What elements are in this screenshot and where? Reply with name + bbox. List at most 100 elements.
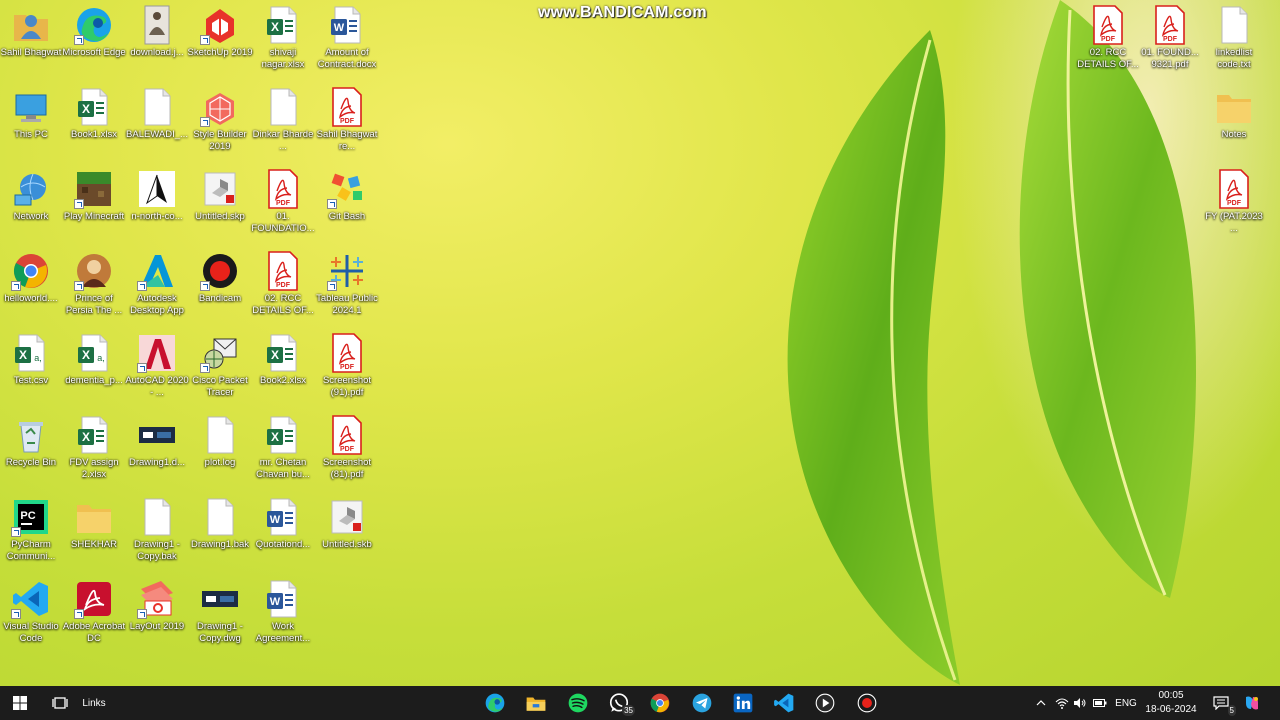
- desktop-icon[interactable]: Visual Studio Code: [0, 579, 62, 645]
- tray-chevron-icon[interactable]: [1034, 686, 1048, 720]
- desktop-icon[interactable]: Untitled.skb: [316, 497, 378, 551]
- desktop-icon[interactable]: linkedlist code.txt: [1203, 5, 1265, 71]
- desktop-icon[interactable]: W Amount of Contract.docx: [316, 5, 378, 71]
- taskbar-app-linkedin[interactable]: [731, 686, 755, 720]
- desktop-icon[interactable]: Notes: [1203, 87, 1265, 141]
- desktop-icon[interactable]: Network: [0, 169, 62, 223]
- shortcut-arrow-icon: [200, 35, 210, 45]
- desktop-icon[interactable]: W Quotationd...: [252, 497, 314, 551]
- desktop-icon[interactable]: Tableau Public 2024.1: [316, 251, 378, 317]
- taskbar-app-media-player[interactable]: [813, 686, 837, 720]
- desktop-icon[interactable]: W Work Agreement...: [252, 579, 314, 645]
- desktop-icon[interactable]: helloworld....: [0, 251, 62, 305]
- desktop-icon[interactable]: PDF 02. RCC DETAILS OF...: [1077, 5, 1139, 71]
- desktop-icon[interactable]: Xmr. Chetan Chavan bu...: [252, 415, 314, 481]
- volume-icon[interactable]: [1072, 686, 1088, 720]
- svg-text:a,: a,: [97, 353, 105, 363]
- desktop-icon[interactable]: PDF 01. FOUNDATIO...: [251, 169, 315, 235]
- desktop-icon[interactable]: Drawing1 - Copy.bak: [126, 497, 188, 563]
- image-file-icon: [137, 5, 177, 45]
- desktop-icon-label: Network: [13, 211, 49, 222]
- battery-icon[interactable]: [1092, 686, 1108, 720]
- desktop-icon[interactable]: Autodesk Desktop App: [126, 251, 188, 317]
- desktop-icon[interactable]: AutoCAD 2020 - ...: [125, 333, 189, 399]
- desktop-icon-label: dementia_p...: [65, 375, 123, 386]
- git-bash-icon: [327, 169, 367, 209]
- shortcut-arrow-icon: [11, 609, 21, 619]
- svg-text:PDF: PDF: [276, 200, 291, 207]
- desktop-icon[interactable]: Play Minecraft: [63, 169, 125, 223]
- desktop-icon-label: SHEKHAR: [71, 539, 117, 550]
- desktop-icon[interactable]: BALEWADI_...: [126, 87, 188, 141]
- desktop-icon[interactable]: X Book1.xlsx: [63, 87, 125, 141]
- copilot-button[interactable]: [1240, 686, 1264, 720]
- desktop-icon[interactable]: PDF Sahil Bhagwat re...: [316, 87, 378, 153]
- desktop-icon[interactable]: SHEKHAR: [63, 497, 125, 551]
- pdf-icon: PDF: [263, 169, 303, 209]
- desktop-icon[interactable]: Adobe Acrobat DC: [63, 579, 125, 645]
- taskbar-app-chrome[interactable]: [648, 686, 672, 720]
- desktop-icon[interactable]: PDF Screenshot (91).pdf: [316, 333, 378, 399]
- desktop-icon[interactable]: Style Builder 2019: [189, 87, 251, 153]
- layout-icon: [137, 579, 177, 619]
- desktop-icon[interactable]: PC PyCharm Communi...: [0, 497, 62, 563]
- clock-date: 18-06-2024: [1145, 704, 1197, 715]
- desktop-icon[interactable]: PDF FY (PAT.2023 ...: [1203, 169, 1265, 235]
- desktop-icon[interactable]: This PC: [0, 87, 62, 141]
- taskbar-app-vscode[interactable]: [772, 686, 796, 720]
- desktop-icon[interactable]: Bandicam: [189, 251, 251, 305]
- desktop-icon-label: Untitled.skb: [322, 539, 372, 550]
- desktop-icon-label: Prince of Persia The ...: [65, 293, 123, 316]
- dwg-file-icon: [200, 579, 240, 619]
- desktop-icon[interactable]: Dinkar Bharde ...: [252, 87, 314, 153]
- taskbar-app-whatsapp[interactable]: 35: [607, 686, 635, 720]
- clock[interactable]: 00:05 18-06-2024: [1136, 689, 1206, 717]
- desktop-icon[interactable]: PDF 01. FOUND... 9321.pdf: [1139, 5, 1201, 71]
- taskbar-app-edge[interactable]: [483, 686, 507, 720]
- taskbar-app-bandicam[interactable]: [855, 686, 879, 720]
- chrome-icon: [11, 251, 51, 291]
- desktop-icon[interactable]: Drawing1.bak: [189, 497, 251, 551]
- shortcut-arrow-icon: [137, 281, 147, 291]
- desktop-icon[interactable]: Untitled.skp: [189, 169, 251, 223]
- desktop-icon[interactable]: Microsoft Edge: [62, 5, 126, 59]
- desktop-icon[interactable]: Drawing1.d...: [126, 415, 188, 469]
- desktop-icon[interactable]: X Book2.xlsx: [252, 333, 314, 387]
- start-button[interactable]: [8, 686, 32, 720]
- taskbar-app-file-explorer[interactable]: [524, 686, 548, 720]
- desktop-icon[interactable]: Git Bash: [316, 169, 378, 223]
- taskbar-app-telegram[interactable]: [690, 686, 714, 720]
- desktop-icon[interactable]: LayOut 2019: [126, 579, 188, 633]
- pdf-icon: PDF: [327, 87, 367, 127]
- bandicam-watermark: www.BANDICAM.com: [538, 4, 707, 21]
- links-toolbar[interactable]: Links: [80, 686, 108, 720]
- wifi-icon[interactable]: [1054, 686, 1070, 720]
- desktop-icon[interactable]: n-north-co...: [126, 169, 188, 223]
- desktop-icon[interactable]: Recycle Bin: [0, 415, 62, 469]
- skp-file-icon: [200, 169, 240, 209]
- desktop-icon-label: Drawing1 - Copy.dwg: [197, 621, 243, 644]
- svg-text:X: X: [82, 102, 90, 116]
- desktop-icon[interactable]: download.j...: [126, 5, 188, 59]
- desktop-icon[interactable]: Cisco Packet Tracer: [189, 333, 251, 399]
- shortcut-arrow-icon: [200, 363, 210, 373]
- desktop-icon[interactable]: Sahil Bhagwat: [0, 5, 62, 59]
- svg-text:W: W: [270, 596, 281, 608]
- desktop-icon[interactable]: Prince of Persia The ...: [63, 251, 125, 317]
- taskbar-app-spotify[interactable]: [566, 686, 590, 720]
- notification-center-button[interactable]: 5: [1210, 686, 1236, 720]
- desktop-icon[interactable]: PDF Screenshot (81).pdf: [316, 415, 378, 481]
- desktop-icon[interactable]: SketchUp 2019: [188, 5, 252, 59]
- desktop-icon-label: 02. RCC DETAILS OF...: [1077, 47, 1139, 70]
- desktop-icon[interactable]: X FDV assign 2.xlsx: [63, 415, 125, 481]
- recycle-bin-icon: [11, 415, 51, 455]
- task-view-button[interactable]: [48, 686, 72, 720]
- desktop-icon[interactable]: Drawing1 - Copy.dwg: [189, 579, 251, 645]
- desktop-icon[interactable]: PDF 02. RCC DETAILS OF...: [252, 251, 314, 317]
- desktop-icon[interactable]: Xshivaji nagar.xlsx: [252, 5, 314, 71]
- desktop-icon[interactable]: Xa, dementia_p...: [63, 333, 125, 387]
- excel-csv-icon: Xa,: [74, 333, 114, 373]
- desktop-icon[interactable]: Xa, Test.csv: [0, 333, 62, 387]
- desktop-icon-label: helloworld....: [4, 293, 58, 304]
- desktop-icon[interactable]: plot.log: [189, 415, 251, 469]
